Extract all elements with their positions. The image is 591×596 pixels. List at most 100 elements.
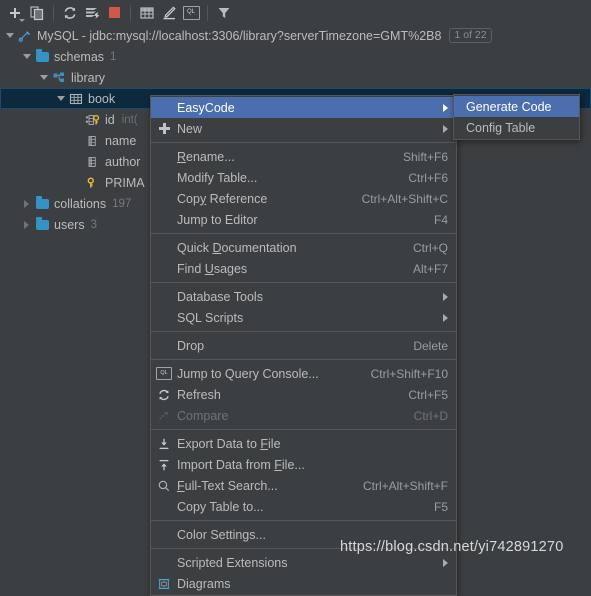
menu-item-jump-to-query-console[interactable]: QL Jump to Query Console... Ctrl+Shift+F… (151, 363, 456, 384)
filter-icon[interactable] (213, 2, 235, 24)
menu-item-label: Rename... (177, 149, 235, 164)
menu-item-label: Refresh (177, 387, 221, 402)
menu-item-sql-scripts[interactable]: SQL Scripts (151, 307, 456, 328)
submenu-arrow-icon (443, 313, 448, 322)
menu-item-diagrams[interactable]: Diagrams (151, 573, 456, 594)
refresh-icon (151, 388, 177, 402)
table-icon (68, 91, 84, 107)
menu-item-shortcut: Alt+F7 (412, 261, 448, 276)
tree-node-count: 197 (112, 197, 132, 210)
tree-node-datasource[interactable]: MySQL - jdbc:mysql://localhost:3306/libr… (0, 25, 591, 46)
menu-item-shortcut: Delete (413, 338, 448, 353)
menu-item-label: New (177, 121, 203, 136)
synchronize-icon[interactable] (81, 2, 103, 24)
menu-item-compare: Compare Ctrl+D (151, 405, 456, 426)
menu-item-rename[interactable]: Rename... Shift+F6 (151, 146, 456, 167)
plus-icon (151, 123, 177, 134)
menu-item-shortcut: Ctrl+Alt+Shift+F (362, 478, 448, 493)
tree-node-schemas[interactable]: schemas 1 (0, 46, 591, 67)
menu-separator (151, 359, 456, 360)
database-toolbar: QL (0, 0, 591, 26)
menu-item-shortcut: Ctrl+F5 (408, 387, 448, 402)
folder-icon (34, 49, 50, 65)
folder-icon (34, 196, 50, 212)
menu-item-label: Copy Reference (177, 191, 268, 206)
tree-node-label: schemas (54, 49, 105, 64)
menu-item-shortcut: Ctrl+F6 (408, 170, 448, 185)
column-icon (85, 154, 101, 170)
submenu-item-config-table[interactable]: Config Table (454, 117, 579, 138)
menu-item-full-text-search[interactable]: Full-Text Search... Ctrl+Alt+Shift+F (151, 475, 456, 496)
menu-item-label: Modify Table... (177, 170, 258, 185)
menu-item-jump-to-editor[interactable]: Jump to Editor F4 (151, 209, 456, 230)
menu-item-find-usages[interactable]: Find Usages Alt+F7 (151, 258, 456, 279)
modify-icon[interactable] (158, 2, 180, 24)
twisty-right-icon[interactable] (21, 198, 32, 209)
twisty-right-icon[interactable] (21, 219, 32, 230)
tree-node-badge: 1 of 22 (449, 28, 492, 43)
tree-node-label: PRIMA (105, 175, 145, 190)
twisty-down-icon[interactable] (38, 72, 49, 83)
menu-item-new[interactable]: New (151, 118, 456, 139)
menu-item-easycode[interactable]: EasyCode (151, 97, 456, 118)
menu-item-copy-table-to[interactable]: Copy Table to... F5 (151, 496, 456, 517)
toolbar-group-filter (213, 0, 235, 25)
query-console-icon[interactable]: QL (180, 2, 202, 24)
tree-node-count: 1 (110, 50, 117, 63)
menu-item-label: Quick Documentation (177, 240, 297, 255)
menu-item-label: SQL Scripts (177, 310, 244, 325)
tree-node-label: library (71, 70, 106, 85)
twisty-down-icon[interactable] (21, 51, 32, 62)
stop-icon[interactable] (103, 2, 125, 24)
easycode-submenu[interactable]: Generate Code Config Table (453, 94, 580, 140)
menu-item-refresh[interactable]: Refresh Ctrl+F5 (151, 384, 456, 405)
tree-node-label: author (105, 154, 141, 169)
menu-item-shortcut: Shift+F6 (402, 149, 448, 164)
menu-separator (151, 429, 456, 430)
tree-node-column-type: int( (121, 113, 138, 126)
submenu-item-label: Config Table (466, 120, 536, 135)
menu-item-label: EasyCode (177, 100, 235, 115)
menu-item-quick-documentation[interactable]: Quick Documentation Ctrl+Q (151, 237, 456, 258)
ide-database-panel: QL MySQL - jdbc:mysql://localhost:3306/l… (0, 0, 591, 596)
twisty-down-icon[interactable] (55, 93, 66, 104)
add-icon[interactable] (4, 2, 26, 24)
menu-separator (151, 331, 456, 332)
tree-node-library[interactable]: library (0, 67, 591, 88)
context-menu[interactable]: EasyCode New Rename... Shift+F6 Modify T… (150, 95, 457, 596)
query-console-icon: QL (151, 367, 177, 380)
menu-item-scripted-extensions[interactable]: Scripted Extensions (151, 552, 456, 573)
tree-node-count: 3 (90, 218, 97, 231)
submenu-arrow-icon (443, 558, 448, 567)
menu-item-modify-table[interactable]: Modify Table... Ctrl+F6 (151, 167, 456, 188)
toolbar-group-edit: QL (136, 0, 202, 25)
menu-item-label: Compare (177, 408, 229, 423)
menu-item-drop[interactable]: Drop Delete (151, 335, 456, 356)
duplicate-icon[interactable] (26, 2, 48, 24)
toolbar-group-sync (59, 0, 125, 25)
twisty-down-icon[interactable] (4, 30, 15, 41)
table-editor-icon[interactable] (136, 2, 158, 24)
toolbar-separator (207, 4, 208, 21)
menu-item-copy-reference[interactable]: Copy Reference Ctrl+Alt+Shift+C (151, 188, 456, 209)
refresh-icon[interactable] (59, 2, 81, 24)
column-icon (85, 133, 101, 149)
menu-item-database-tools[interactable]: Database Tools (151, 286, 456, 307)
tree-node-label: users (54, 217, 85, 232)
menu-separator (151, 282, 456, 283)
toolbar-group-left (0, 0, 48, 25)
menu-item-label: Find Usages (177, 261, 248, 276)
menu-item-label: Jump to Query Console... (177, 366, 319, 381)
tree-node-label: book (88, 91, 116, 106)
menu-item-import-data-from-file[interactable]: Import Data from File... (151, 454, 456, 475)
import-icon (151, 458, 177, 472)
menu-item-label: Drop (177, 338, 205, 353)
menu-item-label: Database Tools (177, 289, 263, 304)
key-icon (85, 175, 101, 191)
add-dropdown-arrow-icon[interactable] (19, 18, 25, 22)
schema-icon (51, 70, 67, 86)
toolbar-separator (53, 4, 54, 21)
submenu-item-generate-code[interactable]: Generate Code (454, 96, 579, 117)
menu-item-label: Jump to Editor (177, 212, 258, 227)
menu-item-export-data-to-file[interactable]: Export Data to File (151, 433, 456, 454)
